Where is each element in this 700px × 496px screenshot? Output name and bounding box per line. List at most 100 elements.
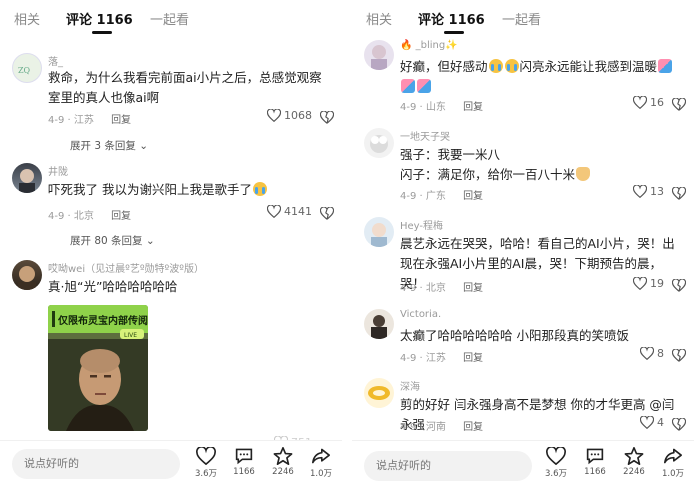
star-icon [624,447,644,465]
like-button[interactable]: 4141 [267,205,312,218]
image-caption: 仅限布灵宝内部传阅 [57,314,148,327]
comment-username[interactable]: 一地天子哭 [400,128,450,143]
share-total: 1.0万 [661,469,685,479]
favorite-button[interactable]: 2246 [268,447,298,477]
reply-button[interactable]: 回复 [463,422,483,433]
like-button[interactable]: 4 [640,416,664,429]
like-button[interactable]: 8 [640,347,664,360]
pray-emoji-icon [576,167,591,181]
like-count: 1068 [284,109,312,122]
share-button[interactable]: 1.0万 [658,447,688,479]
like-total: 3.6万 [544,469,568,479]
comment-meta: 4-9 · 山东 回复 [400,98,483,113]
reply-button[interactable]: 回复 [111,115,131,126]
comment-username[interactable]: 🔥 _bling✨ [400,40,458,51]
comment-text: 太癫了哈哈哈哈哈哈 小阳那段真的笑喷饭 [400,328,629,343]
like-video-button[interactable]: 3.6万 [541,447,571,479]
dislike-button[interactable] [671,347,687,366]
comment-date-location: 4-9 · 河南 [400,422,446,433]
expand-replies-button[interactable]: 展开 80 条回复 ⌄ [70,233,155,248]
comment-icon [586,448,604,465]
comment-date-location: 4-9 · 广东 [400,191,446,202]
like-count: 16 [650,96,664,109]
comment-text: 强子：我要一米八 闪子：满足你，给你一百八十米 [400,145,684,185]
reply-button[interactable]: 回复 [463,283,483,294]
dislike-button[interactable] [319,205,335,224]
comment-total: 1166 [233,467,255,477]
avatar[interactable] [364,40,394,70]
heart-icon [640,347,654,360]
comment-username[interactable]: 哎呦wei（见过晨º艺º勋特º波º版） [48,260,204,275]
avatar[interactable] [364,128,394,158]
like-button[interactable]: 19 [633,277,664,290]
like-count: 4141 [284,205,312,218]
heart-icon [633,185,647,198]
comment-input[interactable]: 说点好听的 [364,451,532,481]
reply-button[interactable]: 回复 [463,102,483,113]
broken-heart-icon [319,206,335,220]
avatar[interactable] [364,309,394,339]
like-total: 3.6万 [194,469,218,479]
hug-emoji-icon [417,79,431,93]
tab-comments[interactable]: 评论 1166 [66,9,133,28]
comment-image[interactable]: 仅限布灵宝内部传阅 LIVE [48,305,148,431]
crying-emoji-icon [488,59,503,73]
comments-button[interactable]: 1166 [229,447,259,477]
star-icon [273,447,293,465]
dislike-button[interactable] [671,277,687,296]
tab-watch-together[interactable]: 一起看 [150,9,189,28]
crying-emoji-icon [252,182,267,196]
comment-input[interactable]: 说点好听的 [12,449,180,479]
comment-meta: 4-9 · 江苏 回复 [48,111,131,126]
tab-bar: 相关 评论 1166 一起看 [352,0,694,38]
comment-username[interactable]: 深海 [400,378,420,393]
fire-icon: 🔥 [400,40,413,51]
like-video-button[interactable]: 3.6万 [191,447,221,479]
comment-meta: 4-9 · 北京 回复 [48,207,131,222]
like-count: 13 [650,185,664,198]
reply-button[interactable]: 回复 [463,353,483,364]
comment-date-location: 4-9 · 江苏 [48,115,94,126]
dislike-button[interactable] [671,185,687,204]
tab-watch-together[interactable]: 一起看 [502,9,541,28]
comment-text: 救命，为什么我看完前面ai小片之后，总感觉观察室里的真人也像ai啊 [48,70,322,105]
comment-username[interactable]: Hey-程梅 [400,217,443,232]
comments-button[interactable]: 1166 [580,447,610,477]
reply-button[interactable]: 回复 [463,191,483,202]
dislike-button[interactable] [671,416,687,435]
tab-bar: 相关 评论 1166 一起看 [0,0,342,38]
expand-replies-button[interactable]: 展开 3 条回复 ⌄ [70,138,148,153]
tab-active-indicator [444,31,464,34]
like-button[interactable]: 16 [633,96,664,109]
hug-emoji-icon [658,59,673,73]
comment-username[interactable]: Victoria. [400,309,441,320]
tab-active-indicator [92,31,112,34]
comment-text: 吓死我了 我以为谢兴阳上我是歌手了 [48,180,332,200]
favorite-button[interactable]: 2246 [619,447,649,477]
tab-related[interactable]: 相关 [366,9,392,28]
svg-text:ZQ: ZQ [18,66,31,75]
sparkle-icon: ✨ [445,40,458,51]
like-count: 19 [650,277,664,290]
dislike-button[interactable] [671,96,687,115]
share-button[interactable]: 1.0万 [306,447,336,479]
comment-username[interactable]: 落_ [48,53,63,68]
bottom-action-bar: 说点好听的 3.6万 1166 2246 1.0万 [352,440,694,496]
like-count: 4 [657,416,664,429]
avatar[interactable] [12,260,42,290]
tab-comments[interactable]: 评论 1166 [418,9,485,28]
dislike-button[interactable] [319,109,335,128]
tab-related[interactable]: 相关 [14,9,40,28]
hug-emoji-icon [401,79,415,93]
avatar[interactable]: ZQ [12,53,42,83]
avatar[interactable] [364,378,394,408]
comment-username[interactable]: 井陇 [48,163,68,178]
avatar[interactable] [12,163,42,193]
avatar[interactable] [364,217,394,247]
favorite-total: 2246 [272,467,294,477]
like-button[interactable]: 1068 [267,109,312,122]
comment-total: 1166 [584,467,606,477]
favorite-total: 2246 [623,467,645,477]
reply-button[interactable]: 回复 [111,211,131,222]
like-button[interactable]: 13 [633,185,664,198]
